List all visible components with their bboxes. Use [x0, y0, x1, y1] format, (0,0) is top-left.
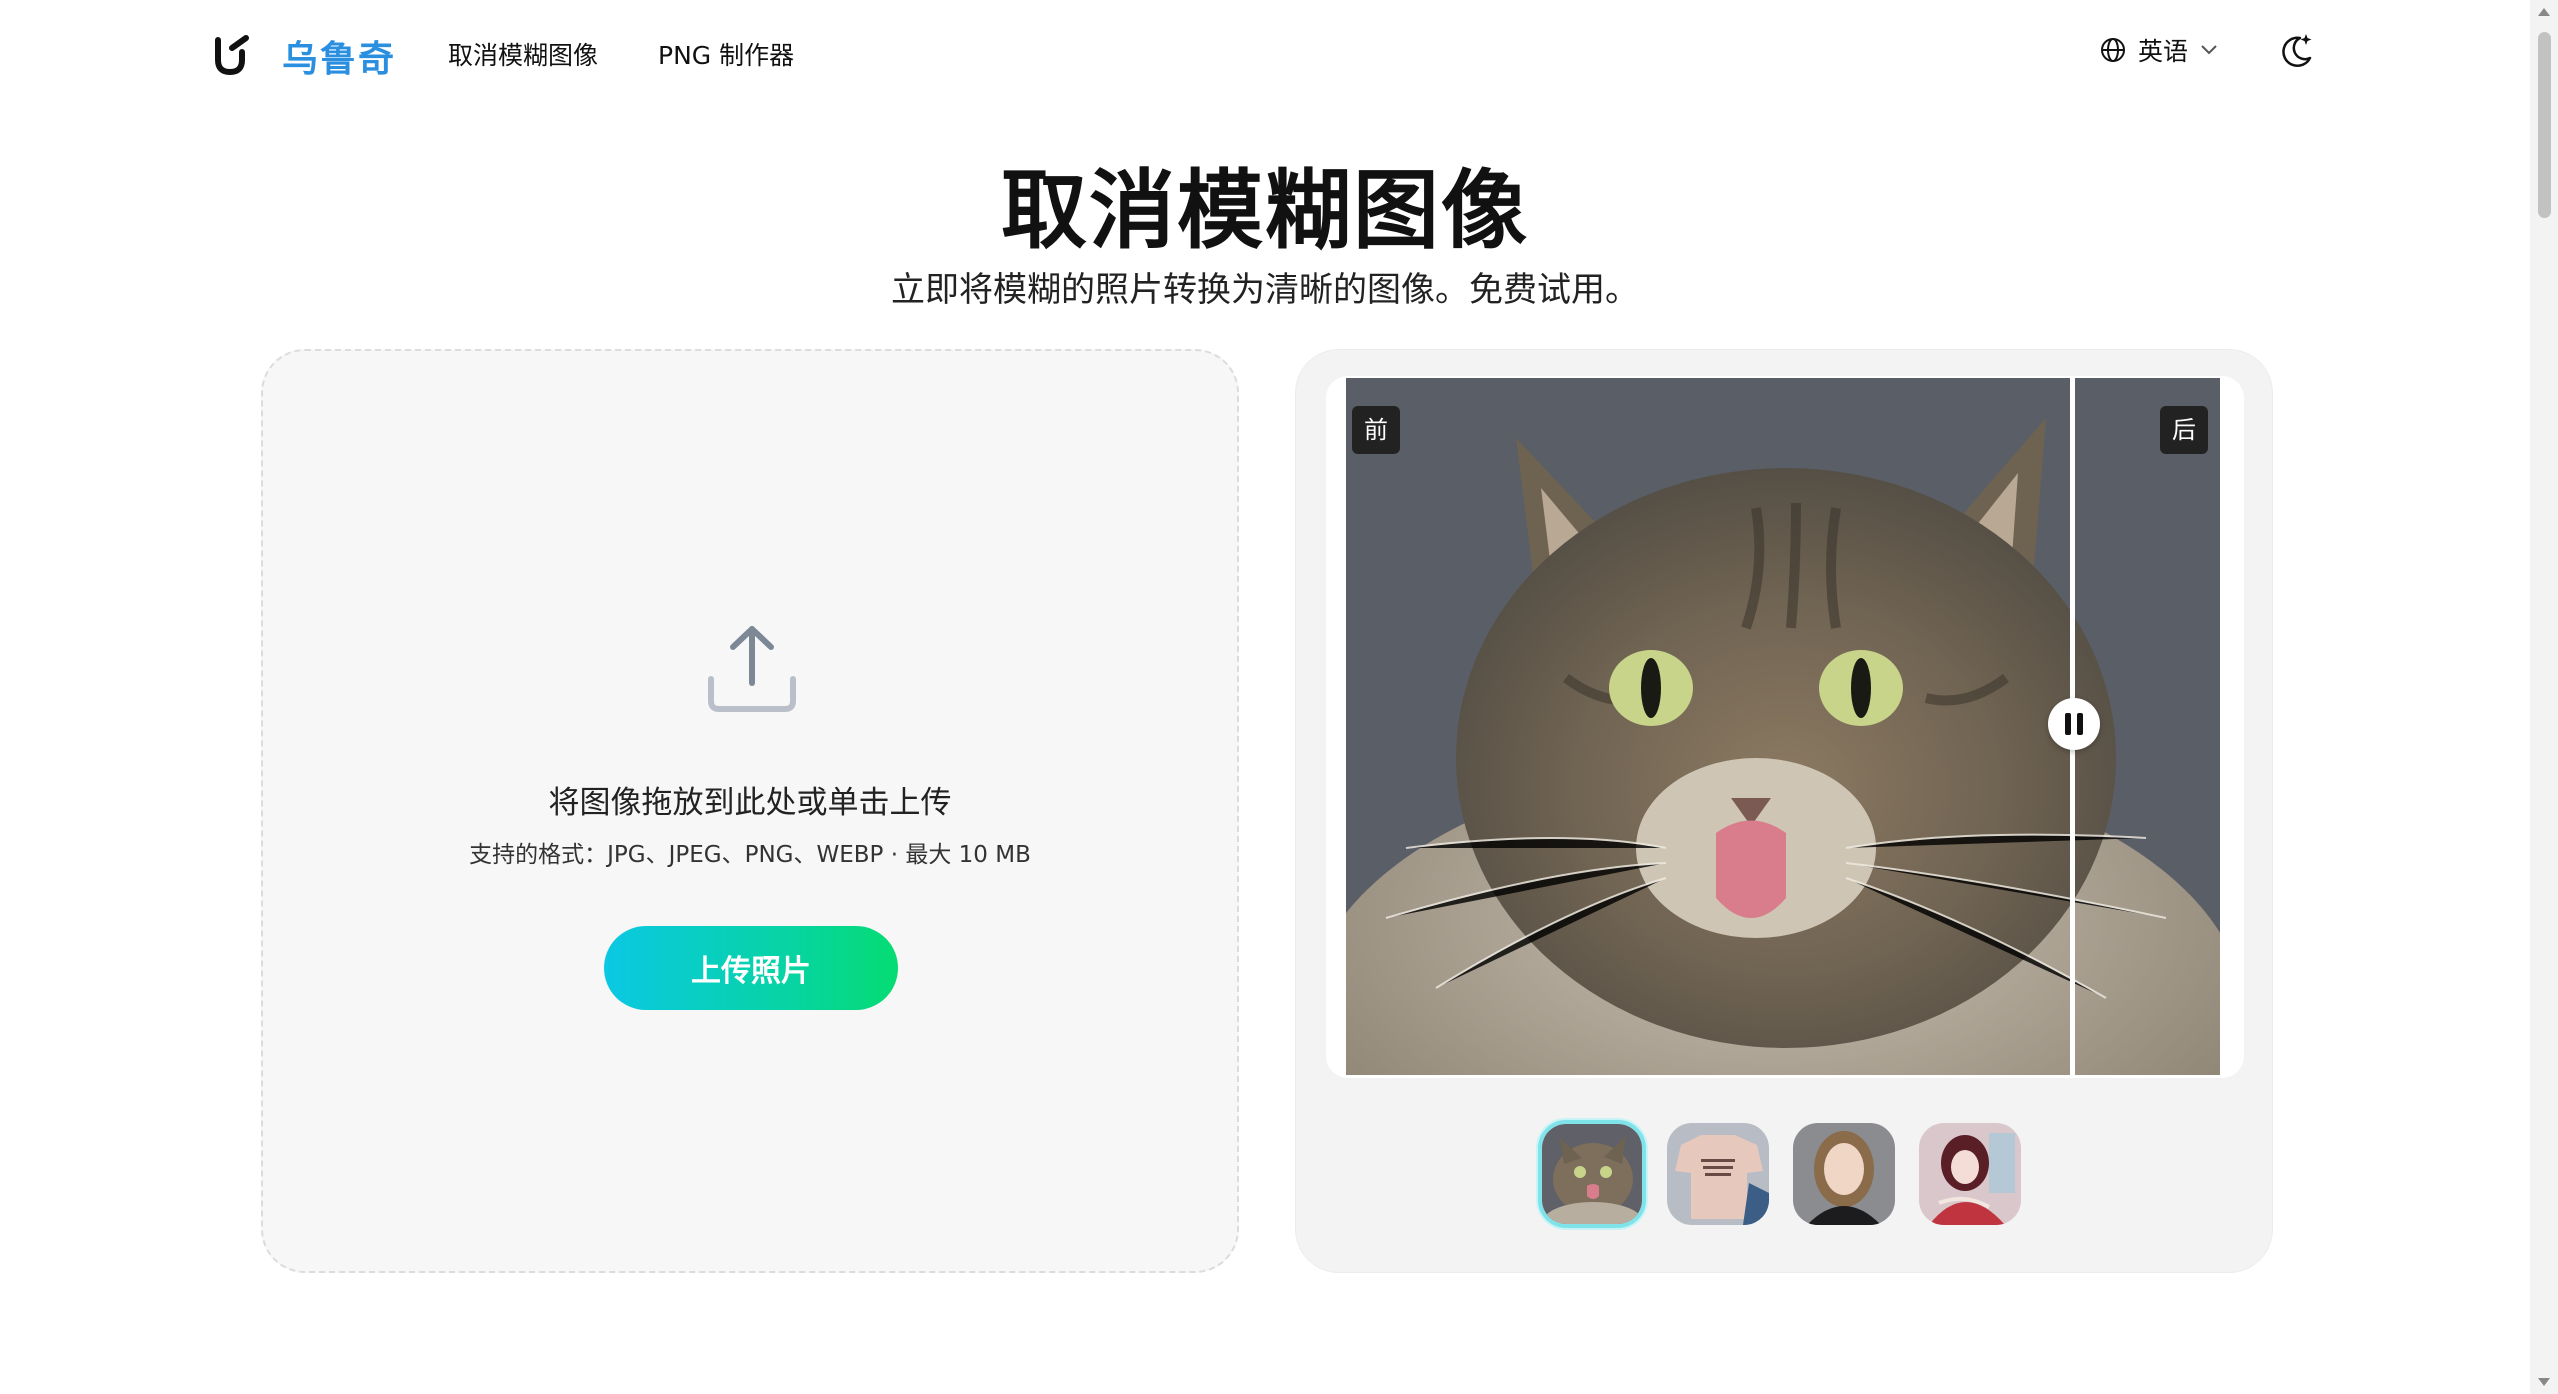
- thumbnail-anime[interactable]: [1916, 1120, 2024, 1228]
- thumbnail-woman[interactable]: [1790, 1120, 1898, 1228]
- before-after-demo: 前 后: [1295, 349, 2273, 1273]
- upload-dropzone[interactable]: 将图像拖放到此处或单击上传 支持的格式：JPG、JPEG、PNG、WEBP · …: [261, 349, 1239, 1273]
- header: 乌鲁奇 取消模糊图像 PNG 制作器 英语: [0, 0, 2530, 106]
- chevron-down-icon: [2201, 45, 2217, 55]
- sample-thumbnails: [1538, 1120, 2024, 1228]
- upload-icon: [708, 626, 796, 712]
- page-title: 取消模糊图像: [1001, 161, 1529, 261]
- moon-sparkle-icon: [2282, 34, 2312, 68]
- theme-toggle-button[interactable]: [2278, 32, 2314, 74]
- comparison-frame: 前 后: [1326, 376, 2244, 1078]
- tshirt-thumbnail-icon: [1667, 1123, 1769, 1225]
- nav-link-png-maker[interactable]: PNG 制作器: [658, 36, 794, 72]
- thumbnail-cat[interactable]: [1538, 1120, 1646, 1228]
- cat-thumbnail-icon: [1542, 1124, 1642, 1224]
- scroll-up-icon[interactable]: [2538, 8, 2550, 16]
- after-badge: 后: [2160, 406, 2208, 454]
- before-badge: 前: [1352, 406, 1400, 454]
- logo[interactable]: 乌鲁奇: [212, 30, 396, 82]
- upload-instructions: 将图像拖放到此处或单击上传: [548, 785, 952, 821]
- logo-mark-icon: [215, 35, 249, 76]
- scroll-down-icon[interactable]: [2538, 1378, 2550, 1386]
- globe-icon: [2101, 38, 2125, 62]
- woman-thumbnail-icon: [1793, 1123, 1895, 1225]
- thumbnail-tshirt[interactable]: [1664, 1120, 1772, 1228]
- anime-thumbnail-icon: [1919, 1123, 2021, 1225]
- pause-handle-icon[interactable]: [2048, 698, 2100, 750]
- language-label: 英语: [2138, 37, 2189, 66]
- upload-photo-button[interactable]: 上传照片: [604, 926, 898, 1010]
- comparison-image[interactable]: 前 后: [1346, 378, 2220, 1075]
- supported-formats: 支持的格式：JPG、JPEG、PNG、WEBP · 最大 10 MB: [469, 842, 1031, 868]
- page-subtitle: 立即将模糊的照片转换为清晰的图像。免费试用。: [891, 270, 1639, 310]
- page: 乌鲁奇 取消模糊图像 PNG 制作器 英语 取消模糊图像 立即将模糊的照片转换为…: [0, 0, 2558, 1394]
- page-scrollbar[interactable]: [2530, 0, 2558, 1394]
- brand-name: 乌鲁奇: [282, 39, 397, 80]
- language-selector[interactable]: 英语: [2100, 32, 2218, 68]
- scroll-thumb[interactable]: [2538, 32, 2551, 218]
- nav-link-unblur[interactable]: 取消模糊图像: [448, 36, 598, 72]
